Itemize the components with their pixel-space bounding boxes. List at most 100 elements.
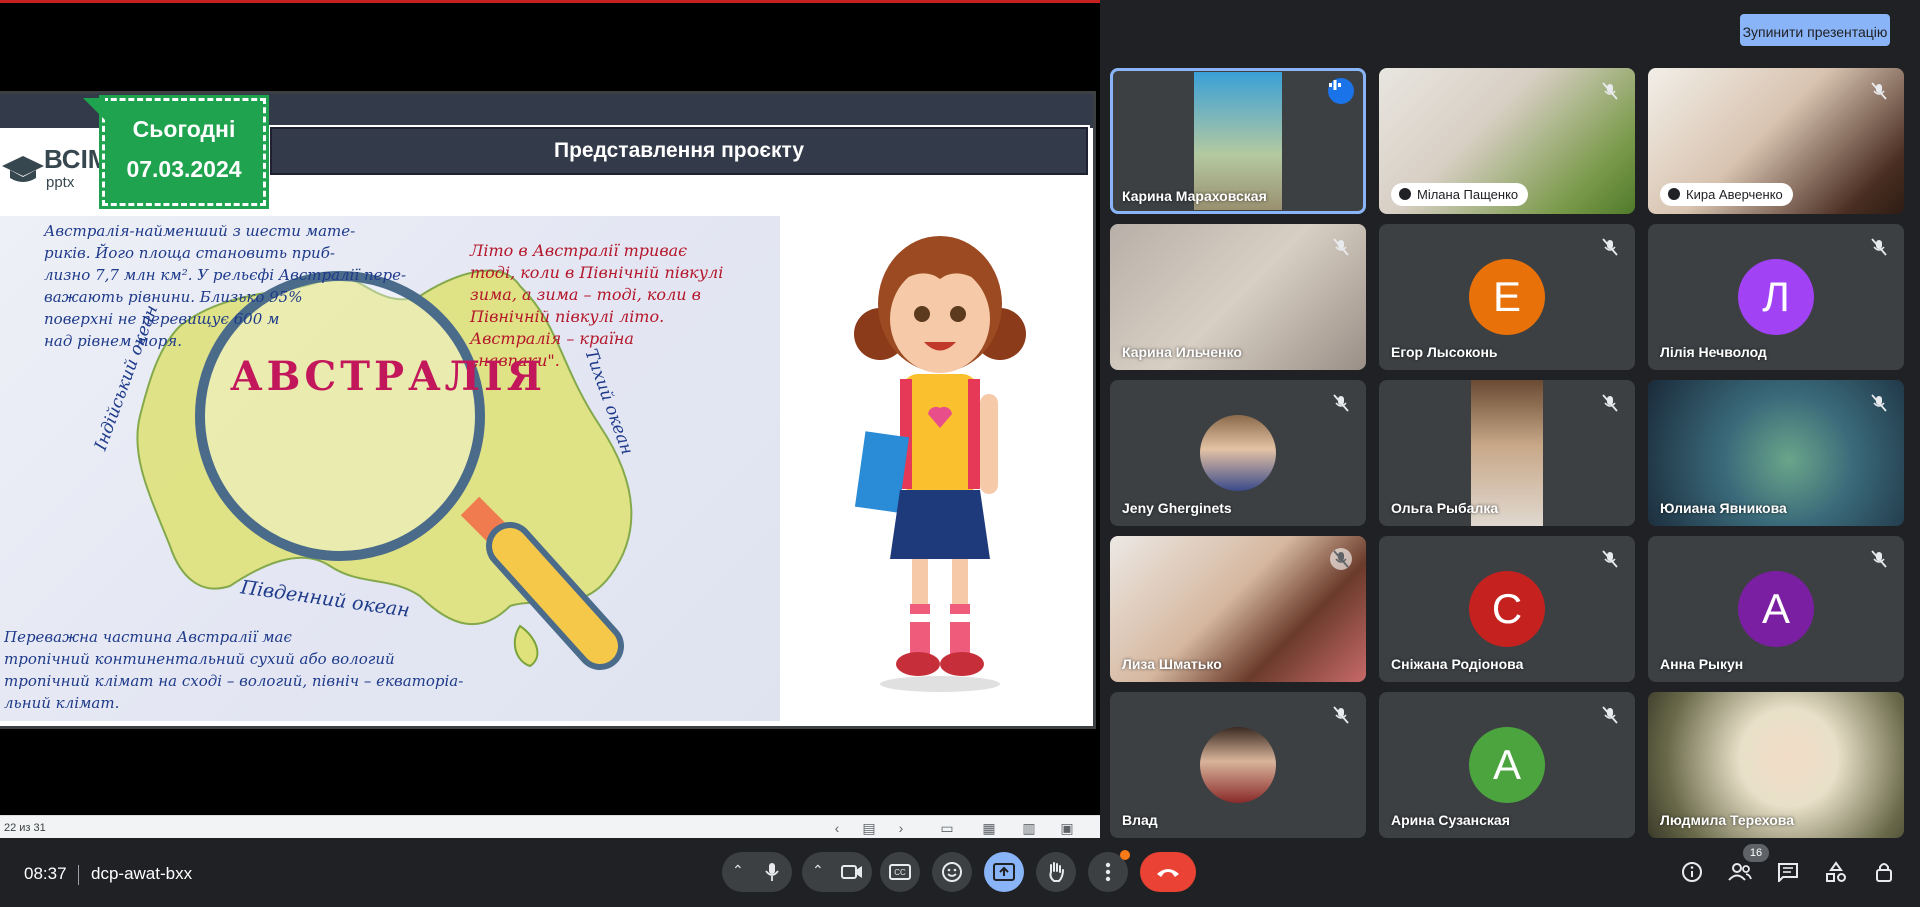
participant-name: Мілана Пащенко: [1391, 183, 1529, 206]
slide-grid-icon[interactable]: ▤: [860, 820, 878, 837]
note-bottom: Переважна частина Австралії має тропічни…: [4, 626, 463, 714]
note-line: тропічний континентальний сухий або воло…: [4, 650, 395, 668]
participant-tile[interactable]: Лиза Шматько: [1110, 536, 1366, 682]
mic-off-icon: [1330, 548, 1352, 570]
captions-button[interactable]: CC: [880, 852, 920, 892]
participant-tile[interactable]: Ольга Рыбалка: [1379, 380, 1635, 526]
participant-name: Юлиана Явникова: [1660, 500, 1787, 516]
participant-name: Ольга Рыбалка: [1391, 500, 1499, 516]
notification-dot: [1120, 850, 1130, 860]
chat-icon: [1778, 863, 1798, 882]
participant-avatar: Л: [1738, 259, 1814, 335]
participant-tile[interactable]: Влад: [1110, 692, 1366, 838]
sorter-view-icon[interactable]: ▦: [980, 820, 998, 837]
mic-button[interactable]: [754, 854, 790, 890]
mic-off-icon: [1333, 706, 1349, 724]
logo-brand: ВСІМ: [44, 144, 110, 174]
call-controls-bar: 08:37 dcp-awat-bxx ⌃ ⌃ CC 16: [0, 838, 1920, 907]
reactions-button[interactable]: [932, 852, 972, 892]
schoolgirl-illustration: [854, 236, 1026, 692]
lock-person-icon: [1876, 863, 1892, 882]
participant-photo-avatar: [1200, 415, 1276, 491]
participant-name: Людмила Терехова: [1660, 812, 1795, 828]
participant-tile[interactable]: Юлиана Явникова: [1648, 380, 1904, 526]
slideshow-view-icon[interactable]: ▣: [1058, 820, 1076, 837]
meet-window: ВСІМ pptx Сьогодні 07.03.2024 Представле…: [0, 0, 1920, 907]
chevron-up-icon[interactable]: ⌃: [732, 862, 744, 879]
participant-name: Лілія Нечволод: [1660, 344, 1767, 360]
vsim-logo: ВСІМ pptx: [0, 134, 109, 198]
participant-tile[interactable]: Карина Ильченко: [1110, 224, 1366, 370]
raise-hand-button[interactable]: [1036, 852, 1076, 892]
stop-presenting-button[interactable]: Зупинити презентацію: [1740, 14, 1890, 46]
reading-view-icon[interactable]: ▥: [1020, 820, 1038, 837]
camera-control[interactable]: ⌃: [802, 852, 872, 892]
next-slide-icon[interactable]: ›: [892, 820, 910, 836]
people-icon: [1728, 863, 1752, 881]
host-controls-button[interactable]: [1864, 852, 1904, 892]
mic-off-icon: [1871, 238, 1887, 256]
clock: 08:37: [24, 864, 67, 883]
note-line: Північній півкулі літо.: [470, 307, 665, 326]
mic-off-icon: [1871, 394, 1887, 412]
participant-tile[interactable]: Кира Аверченко: [1648, 68, 1904, 214]
participant-name: Сніжана Родіонова: [1391, 656, 1524, 672]
slide: ВСІМ pptx Сьогодні 07.03.2024 Представле…: [0, 91, 1096, 729]
note-line: зима, а зима – тоді, коли в: [470, 285, 701, 304]
date-badge: Сьогодні 07.03.2024: [83, 95, 269, 209]
participant-tile[interactable]: Jeny Gherginets: [1110, 380, 1366, 526]
map-word: АВСТРАЛІЯ: [230, 353, 546, 400]
participant-tile[interactable]: А Арина Сузанская: [1379, 692, 1635, 838]
activities-button[interactable]: [1816, 852, 1856, 892]
hand-icon: [1668, 188, 1680, 200]
participant-tile[interactable]: Е Егор Лысоконь: [1379, 224, 1635, 370]
divider: [78, 865, 79, 885]
date-value: 07.03.2024: [126, 156, 242, 182]
participant-name: Влад: [1122, 812, 1158, 828]
participants-count-badge: 16: [1743, 844, 1769, 862]
chat-button[interactable]: [1768, 852, 1808, 892]
date-label: Сьогодні: [132, 116, 236, 142]
participant-tile[interactable]: Мілана Пащенко: [1379, 68, 1635, 214]
meeting-details-button[interactable]: [1672, 852, 1712, 892]
normal-view-icon[interactable]: ▭: [938, 820, 956, 837]
participant-tile[interactable]: С Сніжана Родіонова: [1379, 536, 1635, 682]
participant-tile[interactable]: Л Лілія Нечволод: [1648, 224, 1904, 370]
participant-avatar: Е: [1469, 259, 1545, 335]
shapes-icon: [1826, 861, 1846, 882]
mic-off-icon: [1602, 550, 1618, 568]
present-screen-icon: [993, 863, 1015, 881]
note-line: тоді, коли в Північній півкулі: [470, 263, 724, 282]
info-icon: [1682, 862, 1702, 882]
mic-off-icon: [1333, 394, 1349, 412]
participant-tile[interactable]: Людмила Терехова: [1648, 692, 1904, 838]
participant-avatar: С: [1469, 571, 1545, 647]
participant-tile[interactable]: А Анна Рыкун: [1648, 536, 1904, 682]
mic-control[interactable]: ⌃: [722, 852, 792, 892]
mic-off-icon: [1602, 238, 1618, 256]
presentation-area: ВСІМ pptx Сьогодні 07.03.2024 Представле…: [0, 0, 1100, 841]
note-line: Літо в Австралії триває: [470, 241, 688, 260]
participant-name-text: Мілана Пащенко: [1417, 187, 1519, 202]
mic-icon: [765, 863, 779, 881]
mic-off-icon: [1333, 238, 1349, 256]
participant-photo-avatar: [1200, 727, 1276, 803]
camera-icon: [841, 865, 862, 879]
svg-text:CC: CC: [894, 868, 906, 877]
participant-name-text: Кира Аверченко: [1686, 187, 1783, 202]
present-screen-button[interactable]: [984, 852, 1024, 892]
camera-button[interactable]: [834, 854, 870, 890]
mic-off-icon: [1871, 82, 1887, 100]
participant-tile[interactable]: Карина Мараховская: [1110, 68, 1366, 214]
participant-name: Анна Рыкун: [1660, 656, 1744, 672]
prev-slide-icon[interactable]: ‹: [828, 820, 846, 836]
participant-name: Карина Ильченко: [1122, 344, 1242, 360]
meeting-code: dcp-awat-bxx: [91, 864, 193, 883]
leave-call-button[interactable]: [1140, 852, 1196, 892]
participant-name: Лиза Шматько: [1122, 656, 1222, 672]
note-top-left: Австралія-найменший з шести мате- риків.…: [44, 220, 406, 352]
note-line: тропічний клімат на сході – вологий, пів…: [4, 672, 464, 690]
hang-up-icon: [1157, 869, 1179, 877]
mic-off-icon: [1602, 394, 1618, 412]
chevron-up-icon[interactable]: ⌃: [812, 862, 824, 879]
